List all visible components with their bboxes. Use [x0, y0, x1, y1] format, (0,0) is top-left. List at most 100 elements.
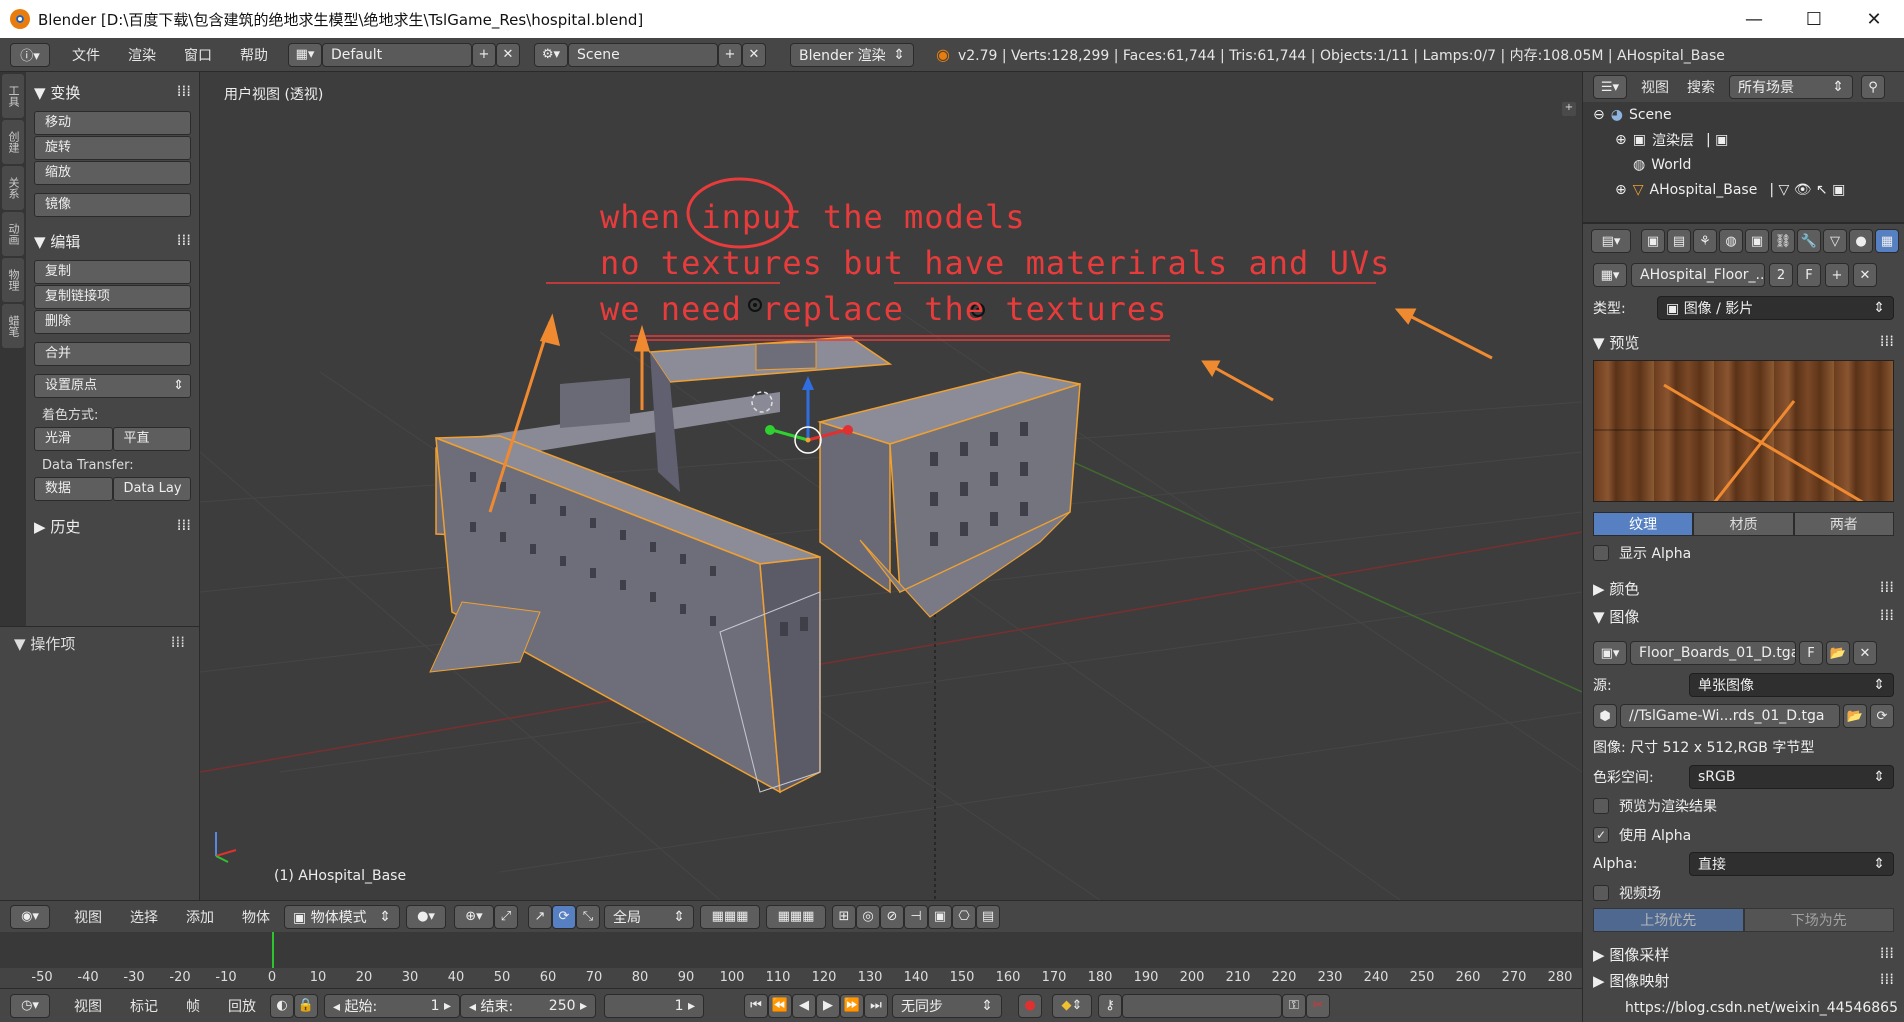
set-origin-select[interactable]: 设置原点 ⇕ [34, 374, 191, 398]
colorspace-select[interactable]: sRGB ⇕ [1689, 765, 1894, 789]
delete-button[interactable]: 删除 [34, 310, 191, 334]
menu-window[interactable]: 窗口 [170, 45, 226, 65]
render-engine-select[interactable]: Blender 渲染 ⇕ [790, 42, 914, 67]
texture-type-select[interactable]: ▣ 图像 / 影片 ⇕ [1657, 296, 1894, 320]
editor-type-timeline-icon[interactable]: ◷▾ [10, 993, 50, 1018]
operator-panel-header[interactable]: ▼ 操作项 ⁞⁞⁞ [14, 633, 185, 654]
image-panel-header[interactable]: ▼ 图像 ⁞⁞⁞ [1583, 606, 1904, 636]
keying-icon[interactable]: ◆ ⇕ [1052, 993, 1092, 1018]
texture-tab-icon[interactable]: ▦ [1875, 229, 1899, 253]
scene-select[interactable]: Scene [568, 42, 718, 67]
delete-key-icon[interactable]: ✂ [1306, 993, 1330, 1018]
shade-smooth-button[interactable]: 光滑 [34, 427, 113, 451]
duplicate-button[interactable]: 复制 [34, 260, 191, 284]
alpha-mode-select[interactable]: 直接 ⇕ [1689, 852, 1894, 876]
outliner-row-renderlayer[interactable]: ⊕ ▣ 渲染层 | ▣ [1583, 127, 1904, 152]
3d-viewport[interactable]: 用户视图 (透视) when input the models no textu… [200, 72, 1582, 900]
outliner-row-object[interactable]: ⊕ ▽ AHospital_Base | ▽ 👁 ↖ ▣ [1583, 177, 1904, 202]
preview-tab-both[interactable]: 两者 [1793, 512, 1894, 536]
menu-view[interactable]: 视图 [60, 907, 116, 927]
record-icon[interactable]: ● [1018, 993, 1042, 1018]
transform-panel-header[interactable]: ▼ 变换 ⁞⁞⁞ [34, 82, 191, 103]
texture-fake-user[interactable]: F [1797, 263, 1821, 287]
viewport-corner-icon[interactable]: + [1562, 102, 1576, 116]
translate-button[interactable]: 移动 [34, 111, 191, 135]
texture-name-field[interactable]: AHospital_Floor_... [1631, 263, 1765, 287]
manipulator-rotate-icon[interactable]: ⟳ [552, 904, 576, 929]
jump-key-back-icon[interactable]: ⏪ [768, 993, 792, 1018]
proportional-edit-icon[interactable]: ◎ [856, 904, 880, 929]
maximize-icon[interactable]: ☐ [1784, 0, 1844, 38]
preview-tab-material[interactable]: 材质 [1693, 512, 1794, 536]
editor-type-outliner-icon[interactable]: ☰▾ [1593, 75, 1627, 99]
field-order-upper[interactable]: 上场优先 [1593, 908, 1744, 932]
show-alpha-checkbox[interactable] [1593, 545, 1609, 561]
timeline-menu-view[interactable]: 视图 [60, 996, 116, 1016]
lock-icon[interactable]: 🔒 [294, 993, 318, 1018]
keying-set-field[interactable] [1122, 993, 1282, 1018]
tab-tools[interactable]: 工具 [2, 74, 24, 118]
render-layers-tab-icon[interactable]: ▤ [1667, 229, 1691, 253]
open-image-icon[interactable]: 📂 [1826, 641, 1850, 665]
fields-row[interactable]: 视频场 [1583, 878, 1904, 908]
timeline-menu-frame[interactable]: 帧 [172, 996, 214, 1016]
preview-range-icon[interactable]: ◐ [270, 993, 294, 1018]
layout-select[interactable]: Default [322, 42, 472, 67]
current-frame-field[interactable]: 1 ▸ [604, 993, 704, 1018]
image-filepath-field[interactable]: //TslGame-Wi...rds_01_D.tga [1620, 704, 1840, 728]
shading-mode-icon[interactable]: ●▾ [406, 904, 446, 929]
constraints-tab-icon[interactable]: ⛓ [1771, 229, 1795, 253]
show-alpha-row[interactable]: 显示 Alpha [1583, 536, 1904, 570]
tab-grease-pencil[interactable]: 蜡笔 [2, 304, 24, 348]
tab-relations[interactable]: 关系 [2, 166, 24, 210]
image-fake-user[interactable]: F [1799, 641, 1823, 665]
scene-icon[interactable]: ⚙▾ [534, 42, 568, 67]
hospital-building-model[interactable] [429, 336, 1081, 794]
camera-icon[interactable]: ⎔ [952, 904, 976, 929]
world-tab-icon[interactable]: ◍ [1719, 229, 1743, 253]
layers-a-icon[interactable]: ▦▦▦ [700, 904, 760, 929]
start-frame-field[interactable]: ◂ 起始: 1 ▸ [324, 993, 460, 1018]
mirror-button[interactable]: 镜像 [34, 193, 191, 217]
texture-users-count[interactable]: 2 [1769, 263, 1793, 287]
reload-image-icon[interactable]: ⟳ [1870, 704, 1894, 728]
view-as-render-row[interactable]: 预览为渲染结果 [1583, 792, 1904, 820]
editor-type-info-icon[interactable]: ⓘ▾ [10, 42, 50, 67]
snap-icon[interactable]: ⊘ [880, 904, 904, 929]
fields-checkbox[interactable] [1593, 885, 1609, 901]
keying-set-icon[interactable]: ⚷ [1098, 993, 1122, 1018]
sync-select[interactable]: 无同步 ⇕ [892, 993, 1002, 1018]
timeline-menu-playback[interactable]: 回放 [214, 996, 270, 1016]
clapper-icon[interactable]: ▤ [976, 904, 1000, 929]
remove-scene-icon[interactable]: ✕ [742, 42, 766, 67]
history-panel-header[interactable]: ▶ 历史 ⁞⁞⁞ [34, 516, 191, 537]
jump-end-icon[interactable]: ⏭ [864, 993, 888, 1018]
colors-panel-header[interactable]: ▶ 颜色 ⁞⁞⁞ [1583, 578, 1904, 606]
image-name-field[interactable]: Floor_Boards_01_D.tga [1630, 641, 1796, 665]
browse-file-icon[interactable]: 📂 [1843, 704, 1867, 728]
minimize-icon[interactable]: — [1724, 0, 1784, 38]
image-sampling-panel-header[interactable]: ▶ 图像采样 ⁞⁞⁞ [1583, 944, 1904, 970]
duplicate-linked-button[interactable]: 复制链接项 [34, 285, 191, 309]
tab-animation[interactable]: 动画 [2, 212, 24, 256]
close-icon[interactable]: ✕ [1844, 0, 1904, 38]
pivot-icon[interactable]: ⊕▾ [454, 904, 494, 929]
outliner-menu-view[interactable]: 视图 [1627, 77, 1683, 97]
timeline-ruler[interactable]: -50 -40 -30 -20 -10 0 10 20 30 40 50 60 70 80 90 100 110… [0, 968, 1582, 988]
mode-select[interactable]: ▣ 物体模式 ⇕ [284, 904, 400, 929]
material-tab-icon[interactable]: ● [1849, 229, 1873, 253]
menu-add[interactable]: 添加 [172, 907, 228, 927]
unlink-texture-icon[interactable]: ✕ [1853, 263, 1877, 287]
edit-panel-header[interactable]: ▼ 编辑 ⁞⁞⁞ [34, 231, 191, 252]
outliner-row-world[interactable]: ◍ World [1583, 152, 1904, 177]
menu-render[interactable]: 渲染 [114, 45, 170, 65]
preview-panel-header[interactable]: ▼ 预览 ⁞⁞⁞ [1583, 332, 1904, 360]
data-tab-icon[interactable]: ▽ [1823, 229, 1847, 253]
manipulator-scale-icon[interactable]: ⤡ [576, 904, 600, 929]
jump-key-forward-icon[interactable]: ⏩ [840, 993, 864, 1018]
tab-create[interactable]: 创建 [2, 120, 24, 164]
add-texture-icon[interactable]: + [1825, 263, 1849, 287]
pack-image-icon[interactable]: ⬢ [1593, 704, 1617, 728]
outliner-filter-select[interactable]: 所有场景 ⇕ [1729, 75, 1853, 99]
menu-help[interactable]: 帮助 [226, 45, 282, 65]
